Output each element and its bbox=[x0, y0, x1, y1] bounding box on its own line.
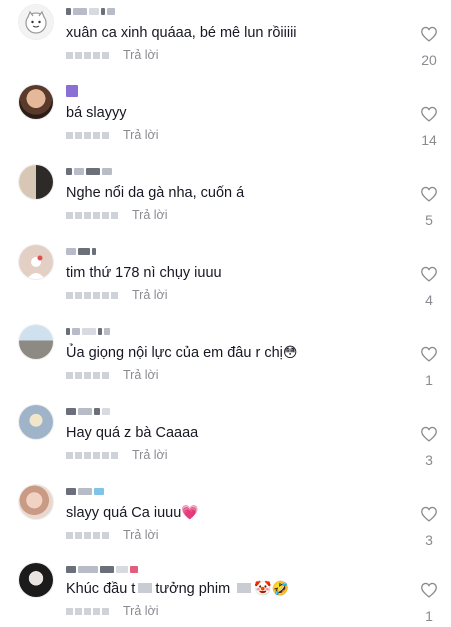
comment-text: Khúc đầu t tưởng phim 🤡🤣 bbox=[66, 580, 289, 598]
like-count: 5 bbox=[425, 212, 433, 228]
date-redacted bbox=[66, 531, 109, 539]
heart-emoji-icon: 💗 bbox=[181, 505, 199, 521]
comment-text: Hay quá z bà Caaaa bbox=[66, 425, 199, 441]
reply-button[interactable]: Trả lời bbox=[132, 288, 168, 302]
redacted-word bbox=[237, 583, 252, 593]
username-redacted[interactable] bbox=[66, 85, 78, 97]
comment-text: Nghe nổi da gà nha, cuốn á bbox=[66, 185, 245, 201]
comment-item: Ủa giọng nội lực của em đâu r chị😳 Trả l… bbox=[0, 320, 451, 398]
comment-meta: Trả lời bbox=[66, 368, 159, 382]
heart-icon[interactable] bbox=[420, 186, 438, 202]
reply-button[interactable]: Trả lời bbox=[123, 368, 159, 382]
comment-text-main: Ủa giọng nội lực của em đâu r chị bbox=[66, 345, 283, 361]
comment-text: bá slayyy bbox=[66, 105, 127, 121]
heart-icon[interactable] bbox=[420, 346, 438, 362]
reply-button[interactable]: Trả lời bbox=[123, 48, 159, 62]
like-column: 1 bbox=[417, 582, 441, 624]
comment-item: tim thứ 178 nì chụy iuuu Trả lời 4 bbox=[0, 240, 451, 318]
avatar[interactable] bbox=[18, 84, 54, 120]
photo-avatar-icon bbox=[19, 563, 53, 597]
username-redacted[interactable] bbox=[66, 486, 104, 496]
reply-button[interactable]: Trả lời bbox=[123, 604, 159, 618]
username-redacted[interactable] bbox=[66, 326, 110, 336]
like-count: 20 bbox=[421, 52, 437, 68]
username-redacted[interactable] bbox=[66, 406, 110, 416]
like-count: 14 bbox=[421, 132, 437, 148]
like-count: 1 bbox=[425, 608, 433, 624]
date-redacted bbox=[66, 291, 118, 299]
clown-laughing-emoji-icon: 🤡🤣 bbox=[254, 581, 290, 597]
comment-meta: Trả lời bbox=[66, 288, 168, 302]
reply-button[interactable]: Trả lời bbox=[123, 128, 159, 142]
photo-avatar-icon bbox=[19, 85, 53, 119]
comment-item: Nghe nổi da gà nha, cuốn á Trả lời 5 bbox=[0, 160, 451, 238]
reply-button[interactable]: Trả lời bbox=[132, 448, 168, 462]
photo-avatar-icon bbox=[19, 485, 53, 519]
cartoon-avatar-icon bbox=[19, 5, 53, 39]
avatar[interactable] bbox=[18, 4, 54, 40]
comment-meta: Trả lời bbox=[66, 48, 159, 62]
comment-meta: Trả lời bbox=[66, 528, 159, 542]
comment-text-tail: tưởng phim bbox=[155, 581, 231, 597]
date-redacted bbox=[66, 131, 109, 139]
comment-item: bá slayyy Trả lời 14 bbox=[0, 80, 451, 158]
comments-list: { "reply_label": "Trả lời", "colors": { … bbox=[0, 0, 451, 627]
comment-text-main: slayy quá Ca iuuu bbox=[66, 505, 182, 521]
username-redacted[interactable] bbox=[66, 564, 138, 574]
date-redacted bbox=[66, 607, 109, 615]
comment-item: Khúc đầu t tưởng phim 🤡🤣 Trả lời 1 bbox=[0, 558, 451, 627]
like-column: 3 bbox=[417, 426, 441, 468]
username-redacted[interactable] bbox=[66, 246, 96, 256]
comment-text: slayy quá Ca iuuu💗 bbox=[66, 504, 199, 522]
comment-text-main: Khúc đầu t bbox=[66, 581, 136, 597]
avatar[interactable] bbox=[18, 244, 54, 280]
comment-item: xuân ca xinh quáaa, bé mê lun rồiiiii Tr… bbox=[0, 0, 451, 78]
like-column: 3 bbox=[417, 506, 441, 548]
like-column: 5 bbox=[417, 186, 441, 228]
comment-meta: Trả lời bbox=[66, 128, 159, 142]
avatar[interactable] bbox=[18, 484, 54, 520]
avatar[interactable] bbox=[18, 164, 54, 200]
reply-button[interactable]: Trả lời bbox=[123, 528, 159, 542]
comment-item: Hay quá z bà Caaaa Trả lời 3 bbox=[0, 400, 451, 478]
flushed-face-emoji-icon: 😳 bbox=[282, 345, 298, 361]
reply-button[interactable]: Trả lời bbox=[132, 208, 168, 222]
comment-text: xuân ca xinh quáaa, bé mê lun rồiiiii bbox=[66, 25, 297, 41]
like-count: 4 bbox=[425, 292, 433, 308]
avatar[interactable] bbox=[18, 324, 54, 360]
avatar[interactable] bbox=[18, 404, 54, 440]
comment-text: Ủa giọng nội lực của em đâu r chị😳 bbox=[66, 344, 297, 362]
heart-icon[interactable] bbox=[420, 266, 438, 282]
heart-icon[interactable] bbox=[420, 426, 438, 442]
photo-avatar-icon bbox=[19, 325, 53, 359]
comment-meta: Trả lời bbox=[66, 448, 168, 462]
heart-icon[interactable] bbox=[420, 582, 438, 598]
like-count: 3 bbox=[425, 532, 433, 548]
comment-text: tim thứ 178 nì chụy iuuu bbox=[66, 265, 222, 281]
username-redacted[interactable] bbox=[66, 166, 112, 176]
heart-icon[interactable] bbox=[420, 506, 438, 522]
like-column: 20 bbox=[417, 26, 441, 68]
username-redacted[interactable] bbox=[66, 6, 115, 16]
heart-icon[interactable] bbox=[420, 26, 438, 42]
date-redacted bbox=[66, 211, 118, 219]
photo-avatar-icon bbox=[19, 405, 53, 439]
date-redacted bbox=[66, 371, 109, 379]
like-count: 1 bbox=[425, 372, 433, 388]
heart-icon[interactable] bbox=[420, 106, 438, 122]
avatar[interactable] bbox=[18, 562, 54, 598]
date-redacted bbox=[66, 51, 109, 59]
like-column: 14 bbox=[417, 106, 441, 148]
comment-meta: Trả lời bbox=[66, 604, 159, 618]
photo-avatar-icon bbox=[19, 165, 53, 199]
like-count: 3 bbox=[425, 452, 433, 468]
comment-item: slayy quá Ca iuuu💗 Trả lời 3 bbox=[0, 480, 451, 558]
date-redacted bbox=[66, 451, 118, 459]
redacted-word bbox=[138, 583, 153, 593]
like-column: 1 bbox=[417, 346, 441, 388]
comment-meta: Trả lời bbox=[66, 208, 168, 222]
default-avatar-icon bbox=[19, 245, 53, 279]
like-column: 4 bbox=[417, 266, 441, 308]
